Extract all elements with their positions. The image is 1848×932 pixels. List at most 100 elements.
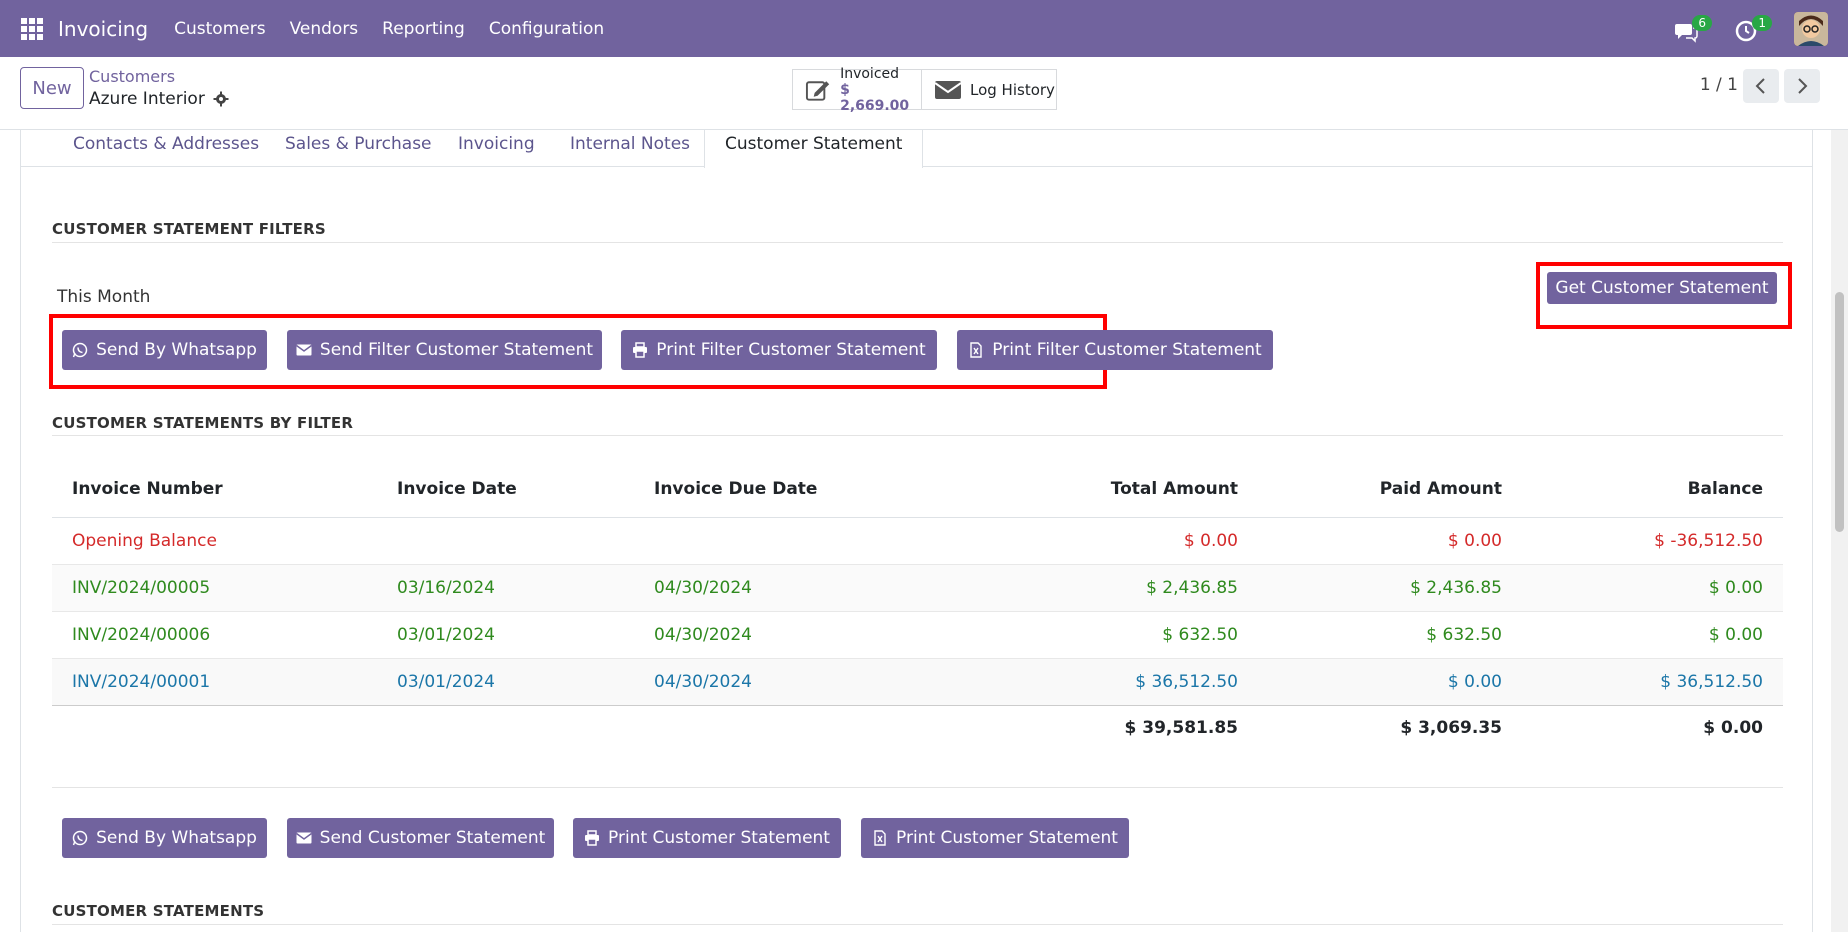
cell-total-amount: $ 36,512.50: [994, 658, 1258, 706]
table-row[interactable]: Opening Balance $ 0.00 $ 0.00 $ -36,512.…: [52, 517, 1783, 565]
get-customer-statement-label: Get Customer Statement: [1555, 278, 1769, 298]
chevron-left-icon: [1755, 78, 1765, 94]
cell-invoice-date: 03/16/2024: [377, 564, 634, 612]
send-filter-statement-label: Send Filter Customer Statement: [319, 340, 594, 360]
actions-divider: [52, 787, 1783, 788]
print-icon: [585, 830, 600, 846]
total-amount-sum: $ 39,581.85: [1124, 718, 1238, 739]
page-scrollbar[interactable]: [1831, 130, 1848, 932]
activities-count-badge: 1: [1752, 14, 1772, 31]
filters-divider: [52, 242, 1783, 243]
cell-paid-amount: $ 2,436.85: [1258, 564, 1522, 612]
filter-send-whatsapp-button[interactable]: Send By Whatsapp: [62, 330, 267, 370]
col-invoice-number[interactable]: Invoice Number: [52, 461, 377, 518]
record-title: Azure Interior: [89, 89, 205, 109]
filters-section-title: CUSTOMER STATEMENT FILTERS: [52, 220, 326, 238]
send-filter-statement-button[interactable]: Send Filter Customer Statement: [287, 330, 602, 370]
print-filter-statement-pdf-button[interactable]: Print Filter Customer Statement: [621, 330, 937, 370]
cell-balance: $ 36,512.50: [1522, 658, 1783, 706]
tab-internal-notes[interactable]: Internal Notes: [570, 130, 690, 167]
cell-balance: $ -36,512.50: [1522, 517, 1783, 565]
send-whatsapp-label: Send By Whatsapp: [96, 828, 257, 848]
pager-next-button[interactable]: [1784, 69, 1820, 103]
menu-customers[interactable]: Customers: [174, 19, 265, 39]
col-invoice-due-date[interactable]: Invoice Due Date: [634, 461, 994, 518]
table-row[interactable]: INV/2024/00005 03/16/2024 04/30/2024 $ 2…: [52, 564, 1783, 612]
menu-vendors[interactable]: Vendors: [290, 19, 359, 39]
top-navbar: Invoicing Customers Vendors Reporting Co…: [0, 0, 1848, 57]
print-filter-statement-xls-button[interactable]: Print Filter Customer Statement: [957, 330, 1273, 370]
send-customer-statement-label: Send Customer Statement: [319, 828, 546, 848]
print-icon: [633, 342, 648, 358]
tab-sales-purchase[interactable]: Sales & Purchase: [285, 130, 432, 167]
cell-invoice-date: [377, 517, 634, 565]
tab-contacts-addresses[interactable]: Contacts & Addresses: [73, 130, 259, 167]
excel-file-icon: [874, 830, 886, 846]
cell-invoice-number: Opening Balance: [52, 517, 377, 565]
invoiced-label: Invoiced: [840, 65, 900, 82]
col-total-amount[interactable]: Total Amount: [994, 461, 1258, 518]
by-filter-divider: [52, 435, 1783, 436]
cell-total-amount: $ 632.50: [994, 611, 1258, 659]
table-header-row: Invoice Number Invoice Date Invoice Due …: [52, 461, 1783, 518]
breadcrumb-customers[interactable]: Customers: [89, 67, 175, 86]
col-invoice-date[interactable]: Invoice Date: [377, 461, 634, 518]
scrollbar-thumb[interactable]: [1835, 292, 1844, 532]
statements-section-title: CUSTOMER STATEMENTS: [52, 902, 265, 920]
cell-due-date: 04/30/2024: [634, 658, 994, 706]
table-row[interactable]: INV/2024/00001 03/01/2024 04/30/2024 $ 3…: [52, 658, 1783, 706]
gear-icon[interactable]: [213, 91, 229, 107]
get-customer-statement-button[interactable]: Get Customer Statement: [1547, 272, 1777, 304]
tab-invoicing[interactable]: Invoicing: [458, 130, 535, 167]
whatsapp-icon: [72, 342, 88, 358]
cell-paid-amount: $ 0.00: [1258, 517, 1522, 565]
cell-total-amount: $ 0.00: [994, 517, 1258, 565]
tab-customer-statement[interactable]: Customer Statement: [704, 130, 924, 168]
table-row[interactable]: INV/2024/00006 03/01/2024 04/30/2024 $ 6…: [52, 611, 1783, 659]
envelope-icon: [295, 344, 312, 356]
envelope-icon: [295, 832, 312, 844]
send-customer-statement-button[interactable]: Send Customer Statement: [287, 818, 554, 858]
paid-amount-sum: $ 3,069.35: [1400, 718, 1502, 739]
table-totals-row: $ 39,581.85 $ 3,069.35 $ 0.00: [52, 705, 1783, 751]
cell-balance: $ 0.00: [1522, 564, 1783, 612]
app-name[interactable]: Invoicing: [58, 17, 148, 41]
print-filter-statement-pdf-label: Print Filter Customer Statement: [656, 340, 926, 360]
cell-invoice-date: 03/01/2024: [377, 611, 634, 659]
col-paid-amount[interactable]: Paid Amount: [1258, 461, 1522, 518]
filter-send-whatsapp-label: Send By Whatsapp: [96, 340, 257, 360]
apps-menu-icon[interactable]: [21, 17, 43, 40]
statements-divider: [52, 924, 1783, 925]
cell-invoice-number: INV/2024/00006: [52, 611, 377, 659]
envelope-icon: [934, 80, 962, 99]
cell-paid-amount: $ 632.50: [1258, 611, 1522, 659]
chevron-right-icon: [1798, 78, 1808, 94]
col-balance[interactable]: Balance: [1522, 461, 1783, 518]
cell-due-date: 04/30/2024: [634, 611, 994, 659]
whatsapp-icon: [72, 830, 88, 846]
cell-invoice-number: INV/2024/00005: [52, 564, 377, 612]
send-whatsapp-button[interactable]: Send By Whatsapp: [62, 818, 267, 858]
log-history-label: Log History: [970, 80, 1055, 99]
filter-period-value[interactable]: This Month: [57, 287, 150, 307]
pager-previous-button[interactable]: [1743, 69, 1779, 103]
new-button[interactable]: New: [20, 67, 84, 109]
cell-due-date: 04/30/2024: [634, 564, 994, 612]
invoiced-smart-button[interactable]: Invoiced $ 2,669.00: [792, 65, 922, 114]
cell-paid-amount: $ 0.00: [1258, 658, 1522, 706]
print-customer-statement-pdf-label: Print Customer Statement: [608, 828, 830, 848]
print-customer-statement-xls-button[interactable]: Print Customer Statement: [861, 818, 1129, 858]
cell-due-date: [634, 517, 994, 565]
excel-file-icon: [970, 342, 982, 358]
log-history-smart-button[interactable]: Log History: [922, 69, 1057, 110]
by-filter-section-title: CUSTOMER STATEMENTS BY FILTER: [52, 414, 354, 432]
menu-configuration[interactable]: Configuration: [489, 19, 604, 39]
print-customer-statement-xls-label: Print Customer Statement: [896, 828, 1118, 848]
print-customer-statement-pdf-button[interactable]: Print Customer Statement: [573, 818, 841, 858]
user-avatar[interactable]: [1794, 11, 1828, 46]
edit-icon: [805, 80, 830, 101]
activities-button[interactable]: 1: [1734, 14, 1772, 42]
pager-value[interactable]: 1 / 1: [1700, 75, 1738, 95]
menu-reporting[interactable]: Reporting: [382, 19, 465, 39]
messages-button[interactable]: 6: [1674, 14, 1712, 43]
